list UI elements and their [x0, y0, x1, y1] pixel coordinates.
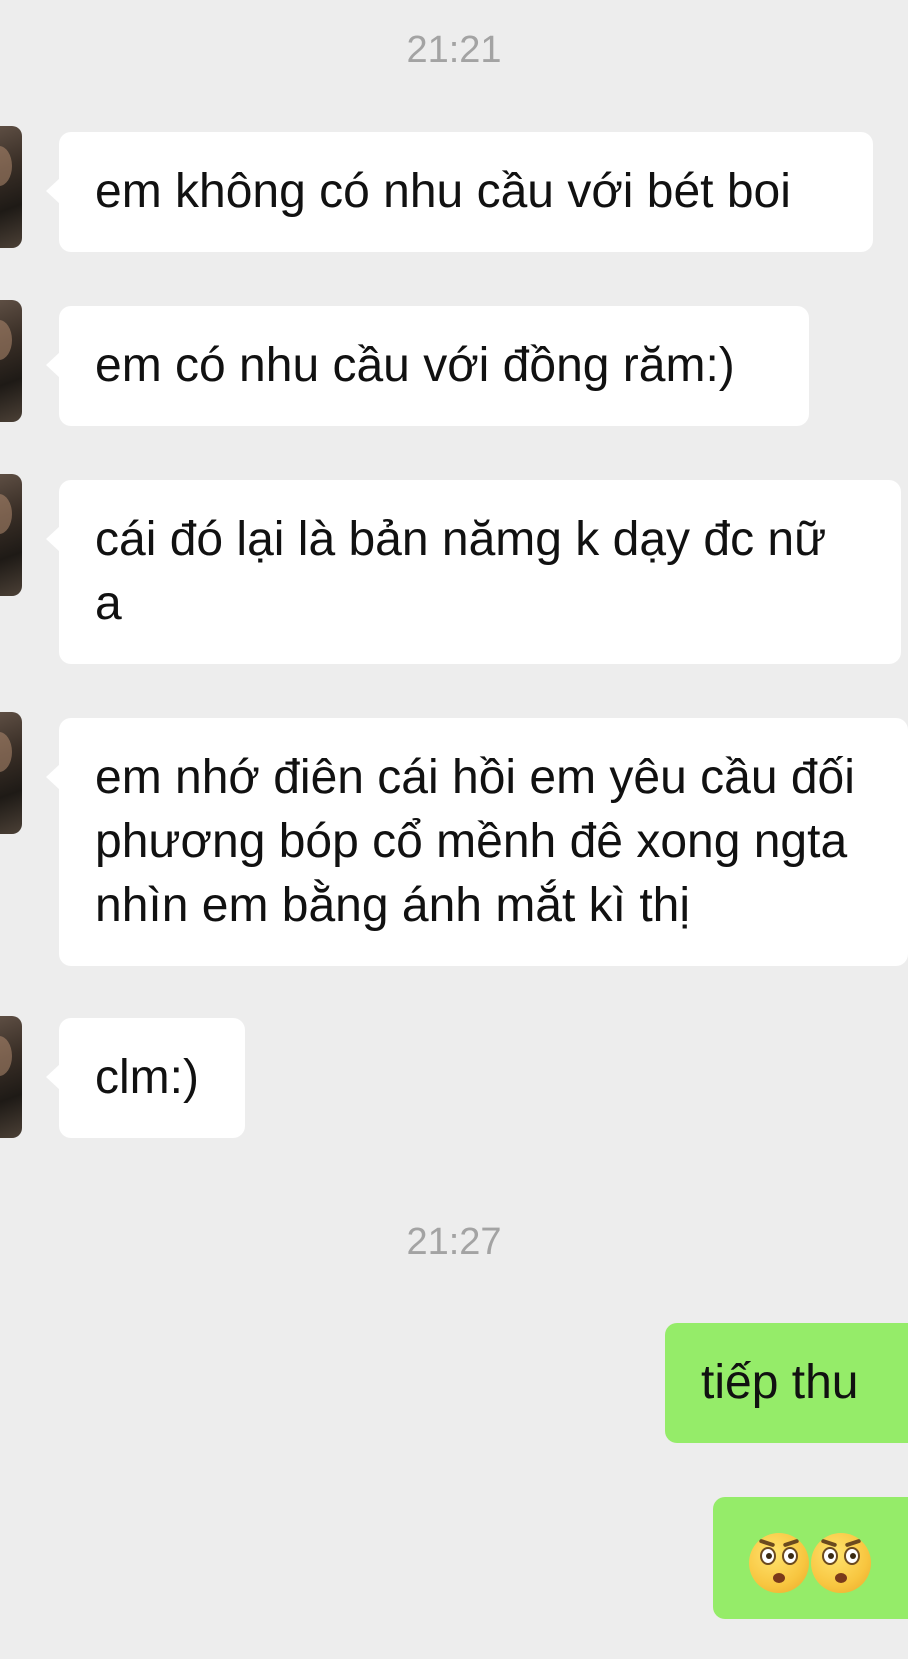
contact-avatar[interactable] [0, 474, 22, 596]
contact-avatar[interactable] [0, 1016, 22, 1138]
message-text: cái đó lại là bản nămg k dạy đc nữ a [95, 513, 827, 630]
contact-avatar[interactable] [0, 300, 22, 422]
message-text: clm:) [95, 1051, 199, 1104]
face-with-rolling-eyes-icon [811, 1533, 871, 1593]
message-text: tiếp thu [701, 1356, 859, 1409]
timestamp: 21:21 [406, 29, 502, 71]
incoming-message[interactable]: em có nhu cầu với đồng răm:) [46, 306, 809, 426]
incoming-message[interactable]: em không có nhu cầu với bét boi [46, 132, 873, 252]
contact-avatar[interactable] [0, 126, 22, 248]
outgoing-message[interactable]: tiếp thu [665, 1323, 908, 1443]
timestamp: 21:27 [406, 1221, 502, 1263]
message-text: em không có nhu cầu với bét boi [95, 165, 791, 218]
message-text: em nhớ điên cái hồi em yêu cầu đối phươn… [95, 751, 855, 932]
incoming-message[interactable]: cái đó lại là bản nămg k dạy đc nữ a [46, 480, 901, 664]
outgoing-emoji-message[interactable] [713, 1497, 908, 1619]
incoming-message[interactable]: em nhớ điên cái hồi em yêu cầu đối phươn… [46, 718, 908, 966]
face-with-rolling-eyes-icon [749, 1533, 809, 1593]
message-text: em có nhu cầu với đồng răm:) [95, 339, 735, 392]
incoming-message[interactable]: clm:) [46, 1018, 245, 1138]
contact-avatar[interactable] [0, 712, 22, 834]
